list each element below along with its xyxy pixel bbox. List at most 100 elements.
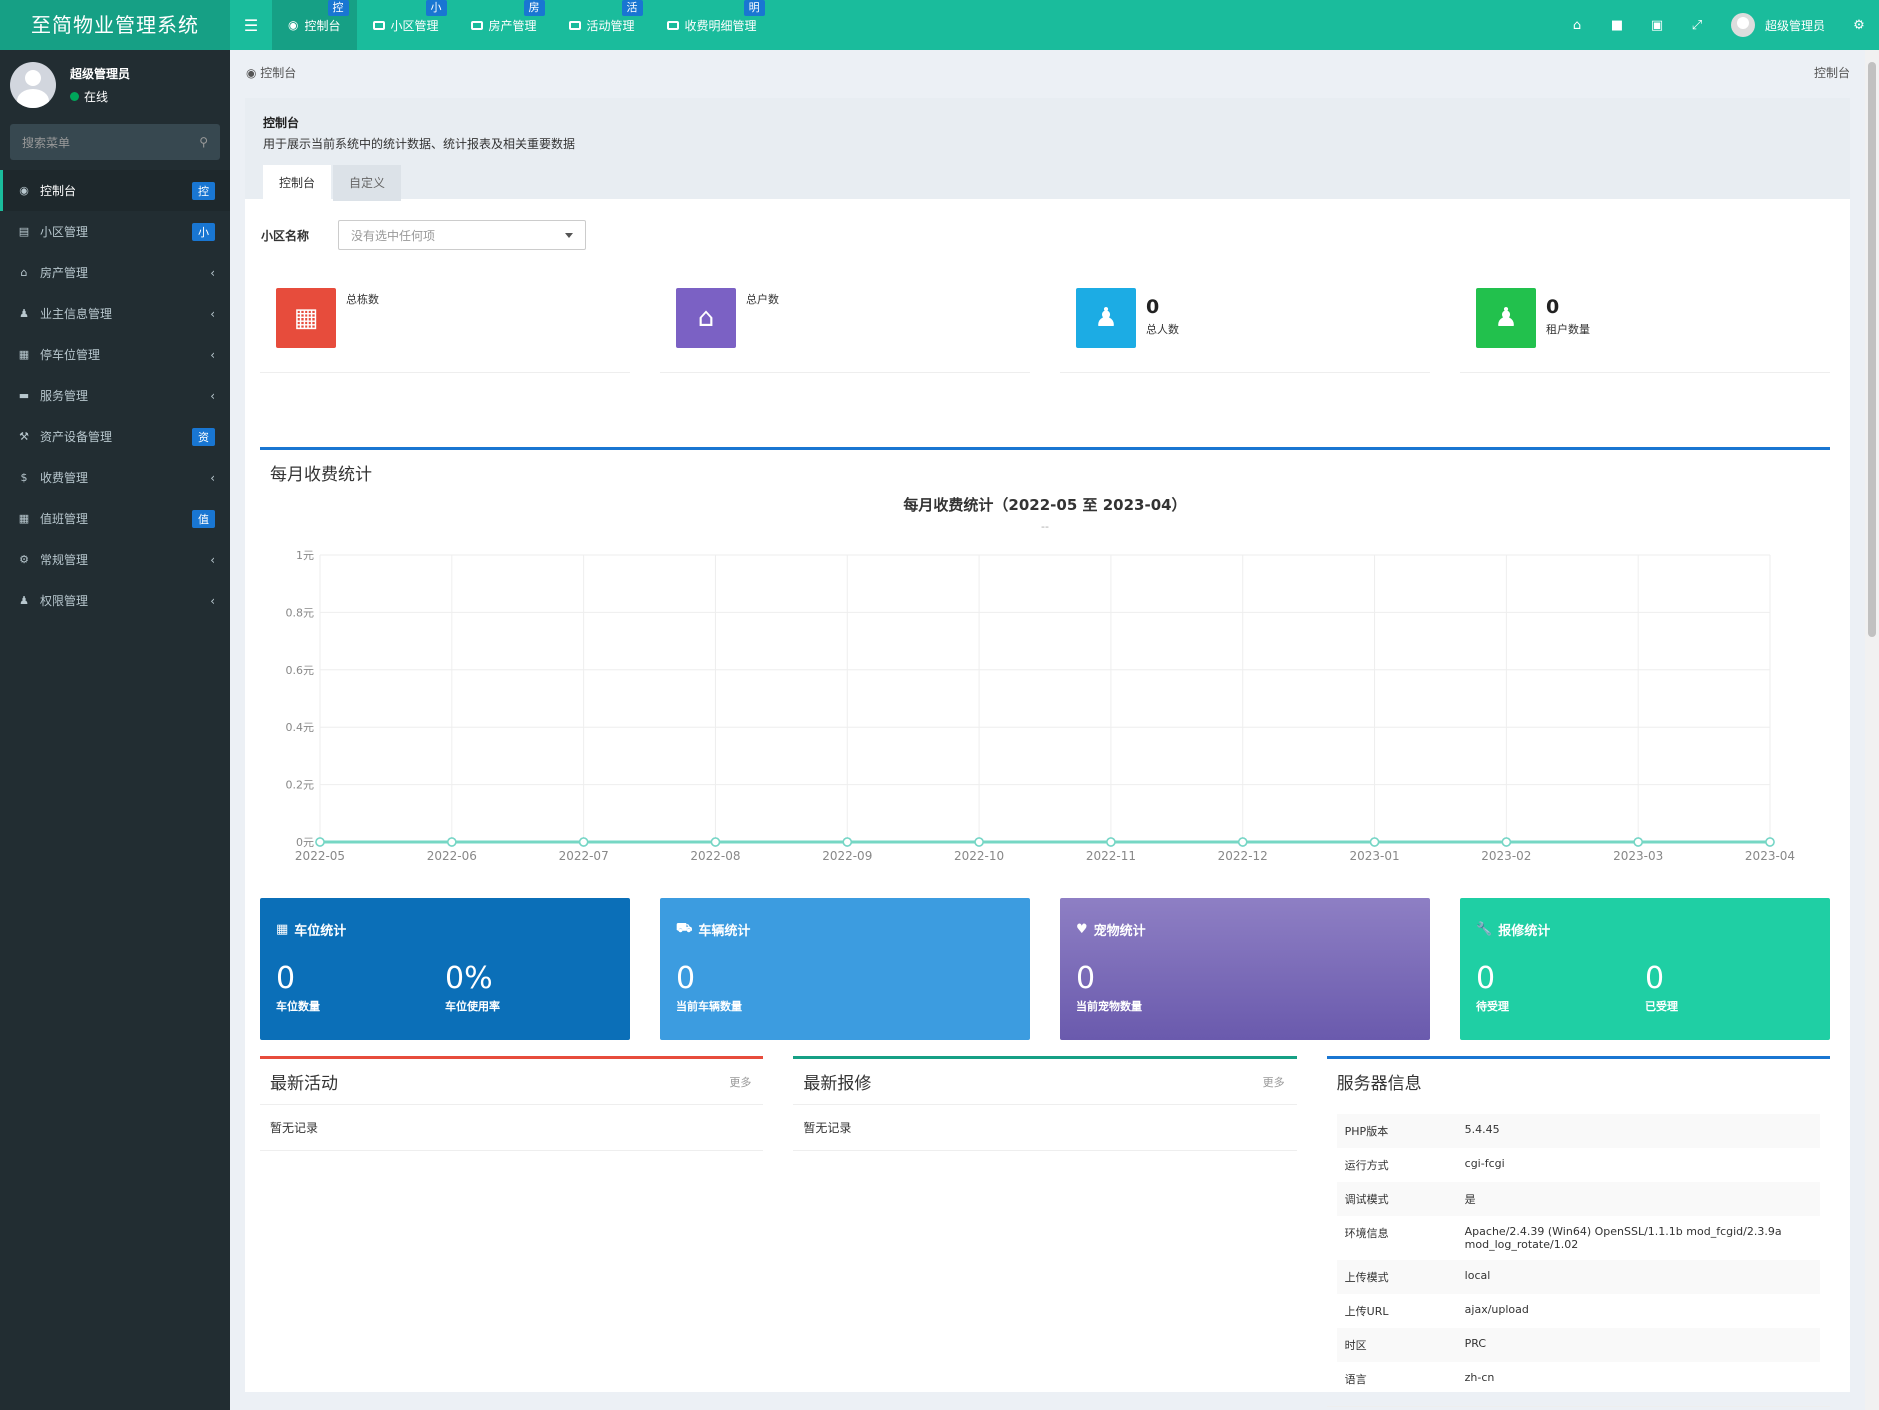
- truck-icon: ⛟: [676, 921, 693, 936]
- sidebar-item-label: 资产设备管理: [40, 430, 113, 444]
- card-label: 已受理: [1645, 1000, 1678, 1013]
- topnav-tab-badge: 活: [621, 0, 643, 16]
- breadcrumb-right[interactable]: 控制台: [1814, 64, 1850, 81]
- scrollbar-thumb[interactable]: [1868, 62, 1876, 637]
- user-status: 在线: [70, 88, 130, 105]
- fullscreen-icon[interactable]: ⤢: [1677, 0, 1717, 50]
- building-icon: ▦: [276, 288, 336, 348]
- community-select[interactable]: 没有选中任何项: [338, 220, 586, 250]
- sidebar-item-general[interactable]: ⚙ 常规管理 ‹: [0, 539, 230, 580]
- sidebar: 超级管理员 在线 搜索菜单 ⚲ ◉ 控制台 控 ▤ 小区管理 小 ⌂ 房产管理 ‹ ♟ 业主信…: [0, 50, 230, 1410]
- monthly-fee-chart: 每月收费统计（2022-05 至 2023-04） -- 0元 0.2元 0.4元 0.6…: [286, 496, 1796, 863]
- home-icon: ⌂: [676, 288, 736, 348]
- user-name: 超级管理员: [1764, 18, 1825, 33]
- page-scrollbar[interactable]: [1865, 50, 1879, 1410]
- sidebar-item-asset[interactable]: ⚒ 资产设备管理 资: [0, 416, 230, 457]
- empty-text: 暂无记录: [793, 1105, 1297, 1151]
- sidebar-item-owner[interactable]: ♟ 业主信息管理 ‹: [0, 293, 230, 334]
- tab-custom[interactable]: 自定义: [333, 165, 402, 201]
- sidebar-item-label: 服务管理: [40, 389, 89, 403]
- settings-icon[interactable]: ⚙: [1839, 0, 1879, 50]
- filter-label: 小区名称: [261, 228, 310, 243]
- card-vehicle: ⛟ 车辆统计 0 当前车辆数量: [660, 898, 1030, 1040]
- topnav-tab-label: 小区管理: [390, 18, 439, 33]
- topnav-tab-label: 控制台: [304, 18, 341, 33]
- data-point: [578, 837, 589, 847]
- topnav-tab-property[interactable]: 房产管理 房: [455, 0, 553, 50]
- trash-icon[interactable]: ■: [1597, 0, 1637, 50]
- x-tick-label: 2022-08: [690, 849, 740, 863]
- person-icon: ♟: [1076, 288, 1136, 348]
- sidebar-item-auth[interactable]: ♟ 权限管理 ‹: [0, 580, 230, 621]
- user-panel: 超级管理员 在线: [0, 50, 230, 120]
- chevron-left-icon: ‹: [210, 265, 215, 280]
- topnav-tab-badge: 明: [743, 0, 765, 16]
- menu-toggle-icon[interactable]: ☰: [230, 0, 272, 50]
- x-tick-label: 2023-04: [1745, 849, 1795, 863]
- search-icon[interactable]: ⚲: [199, 135, 208, 149]
- panel-heading: 控制台 用于展示当前系统中的统计数据、统计报表及相关重要数据 控制台 自定义: [245, 98, 1850, 201]
- table-key: 上传模式: [1344, 1271, 1389, 1284]
- table-value: local: [1464, 1269, 1491, 1282]
- sidebar-item-property[interactable]: ⌂ 房产管理 ‹: [0, 252, 230, 293]
- sidebar-search-input[interactable]: 搜索菜单 ⚲: [10, 124, 220, 160]
- card-value: 0: [676, 961, 696, 996]
- stat-value: 0: [1546, 296, 1560, 318]
- sidebar-item-service[interactable]: ▬ 服务管理 ‹: [0, 375, 230, 416]
- more-link[interactable]: 更多: [729, 1074, 751, 1090]
- card-title: 车位统计: [294, 924, 347, 939]
- sidebar-item-parking[interactable]: ▦ 停车位管理 ‹: [0, 334, 230, 375]
- app-logo[interactable]: 至简物业管理系统: [0, 0, 230, 50]
- topnav-tab-activity[interactable]: 活动管理 活: [553, 0, 651, 50]
- stat-box-buildings: ▦ 总栋数: [260, 273, 630, 373]
- language-icon[interactable]: ▣: [1637, 0, 1677, 50]
- stat-box-households: ⌂ 总户数: [660, 273, 1030, 373]
- x-tick-label: 2022-12: [1218, 849, 1268, 863]
- stat-box-tenants: ♟ 0 租户数量: [1460, 273, 1830, 373]
- data-point: [1765, 837, 1775, 847]
- dashboard-icon: ◉: [19, 184, 29, 197]
- table-row: 时区 PRC: [1336, 1328, 1820, 1362]
- user-icon: ♟: [19, 307, 29, 320]
- sidebar-item-community[interactable]: ▤ 小区管理 小: [0, 211, 230, 252]
- card-label: 当前车辆数量: [676, 1000, 742, 1013]
- table-row: 上传模式 local: [1336, 1260, 1820, 1294]
- topnav-tab-dashboard[interactable]: ◉ 控制台 控: [272, 0, 357, 50]
- dashboard-panel: 控制台 用于展示当前系统中的统计数据、统计报表及相关重要数据 控制台 自定义 小…: [245, 98, 1850, 1407]
- sidebar-item-duty[interactable]: ▦ 值班管理 值: [0, 498, 230, 539]
- app-root: 至简物业管理系统 ☰ ◉ 控制台 控 小区管理 小 房产管理 房 活动管理 活 …: [0, 0, 1879, 1410]
- card-title: 车辆统计: [698, 924, 751, 939]
- latest-activity-box: 最新活动 更多 暂无记录: [260, 1056, 764, 1151]
- service-icon: ▬: [18, 389, 30, 402]
- table-value: Apache/2.4.39 (Win64) OpenSSL/1.1.1b mod…: [1464, 1225, 1782, 1251]
- tab-dashboard[interactable]: 控制台: [263, 165, 332, 201]
- data-point: [1501, 837, 1512, 847]
- table-key: 上传URL: [1344, 1305, 1389, 1318]
- card-title: 宠物统计: [1093, 924, 1146, 939]
- x-tick-label: 2022-05: [295, 849, 345, 863]
- sidebar-item-dashboard[interactable]: ◉ 控制台 控: [0, 170, 230, 211]
- chevron-left-icon: ‹: [210, 470, 215, 485]
- topnav-tab-label: 活动管理: [586, 18, 635, 33]
- card-label: 当前宠物数量: [1076, 1000, 1142, 1013]
- breadcrumb-left[interactable]: ◉ 控制台: [246, 64, 296, 81]
- page-description: 用于展示当前系统中的统计数据、统计报表及相关重要数据: [263, 137, 576, 151]
- sidebar-item-fee[interactable]: $ 收费管理 ‹: [0, 457, 230, 498]
- avatar: [1730, 13, 1755, 37]
- table-key: 调试模式: [1344, 1193, 1389, 1206]
- table-value: PRC: [1464, 1337, 1487, 1350]
- topnav-tab-label: 收费明细管理: [684, 18, 757, 33]
- sidebar-item-badge: 资: [192, 427, 215, 446]
- sidebar-item-badge: 小: [192, 222, 215, 241]
- chevron-left-icon: ‹: [210, 347, 215, 362]
- user-menu[interactable]: 超级管理员: [1717, 13, 1839, 37]
- more-link[interactable]: 更多: [1263, 1074, 1285, 1090]
- card-value: 0: [1645, 961, 1665, 996]
- stat-value: 0: [1146, 296, 1160, 318]
- dashboard-icon: ◉: [246, 66, 261, 80]
- topnav-tab-community[interactable]: 小区管理 小: [357, 0, 455, 50]
- main-content: ◉ 控制台 控制台 控制台 用于展示当前系统中的统计数据、统计报表及相关重要数据…: [230, 50, 1865, 1410]
- topnav-tab-fee-detail[interactable]: 收费明细管理 明: [651, 0, 773, 50]
- home-icon[interactable]: ⌂: [1557, 0, 1597, 50]
- data-point: [447, 837, 457, 847]
